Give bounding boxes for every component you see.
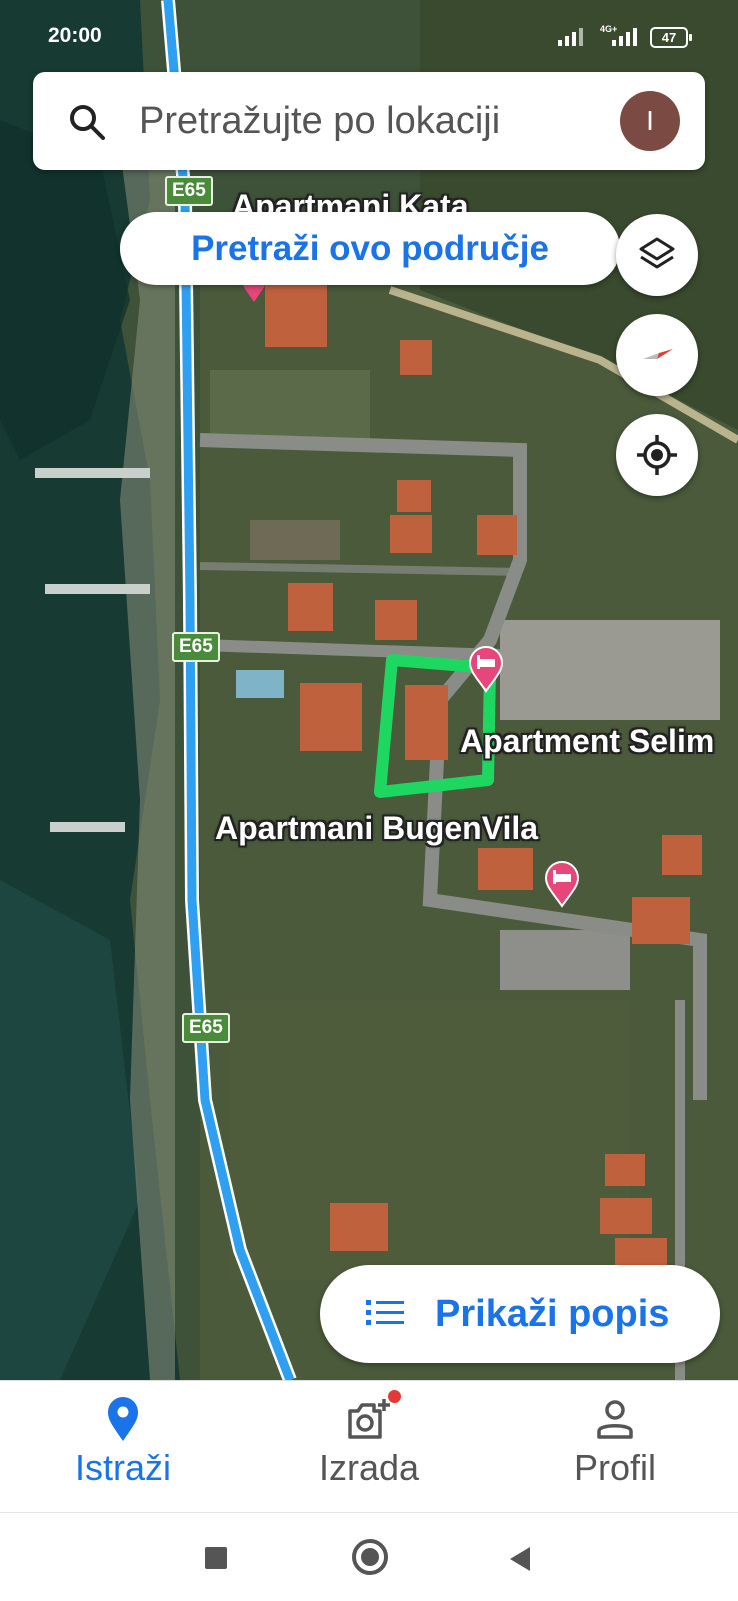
layers-button[interactable] [616, 214, 698, 296]
nav-create-label: Izrada [318, 1447, 420, 1488]
hotel-pin-icon[interactable] [542, 860, 582, 908]
compass-button[interactable] [616, 314, 698, 396]
my-location-icon [637, 435, 677, 475]
back-icon[interactable] [510, 1547, 530, 1571]
nav-profile[interactable]: Profil [492, 1381, 738, 1513]
nav-explore-label: Istraži [74, 1447, 171, 1488]
notification-dot [388, 1390, 401, 1403]
place-label-apartmani-bugenvila[interactable]: Apartmani BugenVila [215, 810, 538, 847]
battery-icon: 47 [650, 27, 692, 48]
system-navigation-bar [0, 1512, 738, 1601]
search-placeholder[interactable]: Pretražujte po lokaciji [139, 100, 500, 143]
status-bar: 20:00 4G+ 47 [0, 0, 738, 70]
avatar[interactable]: I [620, 91, 680, 151]
layers-icon [639, 237, 675, 269]
my-location-button[interactable] [616, 414, 698, 496]
person-icon [597, 1400, 633, 1439]
nav-profile-label: Profil [573, 1447, 657, 1488]
signal-icon [558, 28, 583, 46]
search-bar[interactable]: Pretražujte po lokaciji I [33, 72, 705, 170]
nav-explore[interactable]: Istraži [0, 1381, 246, 1513]
hotel-pin-icon[interactable] [466, 645, 506, 693]
home-icon[interactable] [352, 1539, 388, 1575]
search-icon[interactable] [67, 102, 107, 142]
bottom-navigation: Istraži Izrada Profil [0, 1380, 738, 1513]
road-shield-e65: E65 [182, 1013, 230, 1043]
road-shield-e65: E65 [165, 176, 213, 206]
search-this-area-button[interactable]: Pretraži ovo područje [120, 212, 620, 285]
place-label-apartment-selim[interactable]: Apartment Selim [460, 723, 714, 760]
compass-icon [643, 349, 673, 359]
signal-icon [612, 28, 637, 46]
show-list-button[interactable]: Prikaži popis [320, 1265, 720, 1363]
add-photo-icon [348, 1399, 390, 1439]
map-view[interactable]: E65 E65 E65 Apartmani Kata Apartment Sel… [0, 0, 738, 1380]
location-pin-icon [108, 1397, 138, 1441]
show-list-label: Prikaži popis [435, 1293, 670, 1335]
list-icon [366, 1300, 404, 1325]
nav-create[interactable]: Izrada [246, 1381, 492, 1513]
recent-apps-icon[interactable] [205, 1547, 227, 1569]
clock: 20:00 [48, 24, 102, 47]
road-shield-e65: E65 [172, 632, 220, 662]
